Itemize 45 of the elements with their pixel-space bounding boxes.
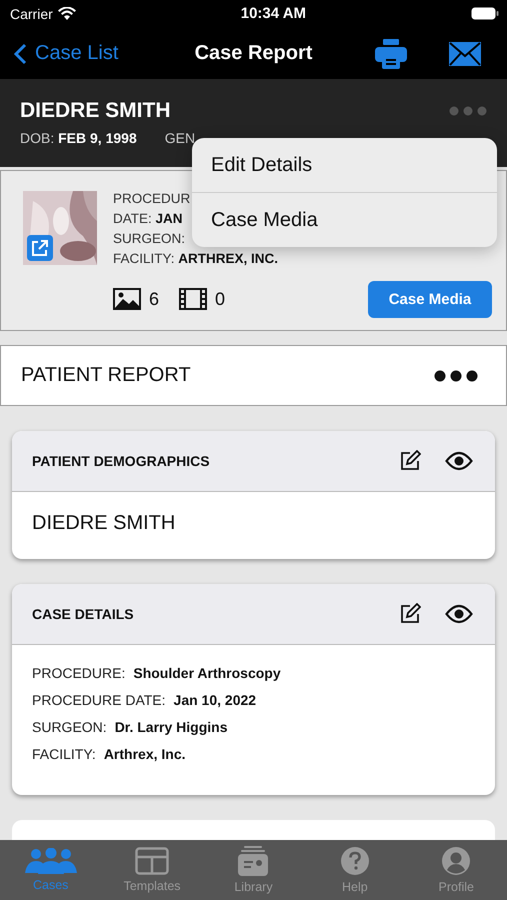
- section-text: DIEDRE SMITH: [32, 512, 176, 534]
- battery-icon: [471, 7, 499, 20]
- chevron-icon: [14, 42, 27, 65]
- menu-item[interactable]: Case Media: [192, 193, 497, 247]
- print-icon[interactable]: [375, 38, 407, 69]
- section-title: PATIENT DEMOGRAPHICS: [32, 453, 211, 470]
- archive-icon: [238, 846, 268, 876]
- edit-icon[interactable]: [399, 450, 421, 472]
- video-count: 0: [215, 288, 226, 310]
- mail-icon[interactable]: [449, 42, 481, 66]
- tab[interactable]: Help: [310, 846, 400, 894]
- people-icon: [24, 848, 77, 874]
- layout-icon: [135, 847, 170, 875]
- summary-field: FACILITY: ARTHREX, INC.: [113, 250, 278, 266]
- tab[interactable]: Library: [208, 846, 298, 894]
- eye-icon[interactable]: [445, 604, 473, 624]
- summary-field: SURGEON:: [113, 230, 186, 246]
- tab[interactable]: Cases: [6, 848, 96, 892]
- case-media-button[interactable]: Case Media: [368, 280, 492, 318]
- summary-field: PROCEDUR: [113, 190, 190, 206]
- detail-field: PROCEDURE: Shoulder Arthroscopy: [32, 664, 475, 681]
- help-icon: [340, 846, 370, 876]
- detail-field: SURGEON: Dr. Larry Higgins: [32, 718, 475, 735]
- wifi-icon: [58, 7, 76, 20]
- back-button[interactable]: Case List: [14, 42, 118, 66]
- eye-icon[interactable]: [445, 451, 473, 472]
- clock-text: 10:34 AM: [240, 5, 306, 22]
- avatar-icon: [441, 846, 472, 876]
- more-icon[interactable]: [434, 370, 478, 382]
- section-title: CASE DETAILS: [32, 606, 135, 622]
- film-icon: [179, 288, 208, 310]
- edit-icon[interactable]: [399, 602, 421, 625]
- patient-name: DIEDRE SMITH: [20, 99, 171, 124]
- tab[interactable]: Templates: [107, 847, 198, 893]
- detail-field: PROCEDURE DATE: Jan 10, 2022: [32, 692, 475, 708]
- report-title: PATIENT REPORT: [21, 364, 191, 388]
- summary-field: DATE: JAN: [113, 210, 183, 226]
- detail-field: FACILITY: Arthrex, Inc.: [32, 746, 475, 762]
- photo-count: 6: [149, 288, 160, 310]
- screen-title: Case Report: [194, 42, 312, 66]
- dob-text: DOB: FEB 9, 1998: [20, 130, 137, 146]
- tab[interactable]: Profile: [411, 846, 502, 894]
- external-link-icon[interactable]: [27, 234, 53, 261]
- photo-icon: [113, 288, 141, 310]
- carrier-text: Carrier: [10, 6, 53, 22]
